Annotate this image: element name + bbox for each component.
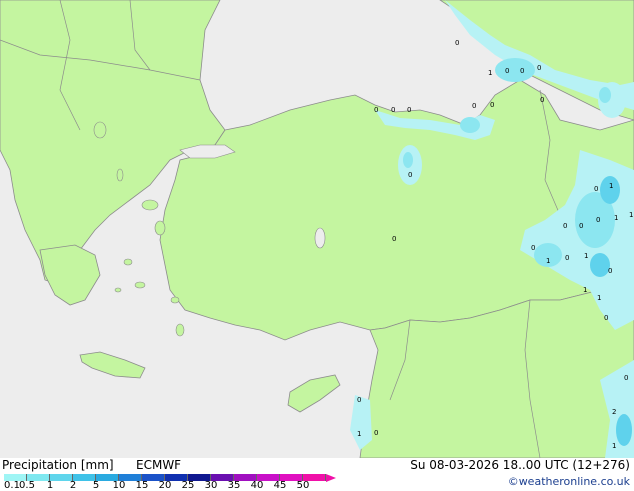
legend-tick-label: 5 [92, 480, 100, 491]
map-label: 0 [374, 106, 378, 114]
map-label: 0 [490, 101, 494, 109]
color-legend-ticks: 0.1 0.5 1 2 5 10 15 20 25 30 35 40 45 50 [0, 480, 340, 491]
map-label: 0 [608, 267, 612, 275]
legend-tick-label: 30 [204, 480, 218, 491]
map-label: 0 [357, 396, 361, 404]
precipitation-map: 0 0 0 1 0 0 0 0 0 0 0 0 0 1 0 0 1 0 0 1 … [0, 0, 634, 458]
map-label: 0 [408, 171, 412, 179]
map-label: 0 [392, 235, 396, 243]
legend-tick-label: 25 [181, 480, 195, 491]
map-label: 1 [546, 257, 550, 265]
map-label: 0 [407, 106, 411, 114]
valid-time: Su 08-03-2026 18..00 UTC (12+276) [410, 458, 630, 472]
credit-link[interactable]: ©weatheronline.co.uk [508, 475, 630, 488]
map-label: 0 [374, 429, 378, 437]
map-label: 0 [624, 374, 628, 382]
map-label: 0 [505, 67, 509, 75]
legend-tick-label: 40 [250, 480, 264, 491]
map-label: 0 [391, 106, 395, 114]
map-label: 1 [629, 211, 633, 219]
map-label: 0 [537, 64, 541, 72]
legend-tick-label: 50 [296, 480, 310, 491]
map-label: 0 [531, 244, 535, 252]
map-label: 0 [596, 216, 600, 224]
weather-map-panel: 0 0 0 1 0 0 0 0 0 0 0 0 0 1 0 0 1 0 0 1 … [0, 0, 634, 491]
legend-tick-label: 15 [135, 480, 149, 491]
map-label: 1 [614, 214, 618, 222]
map-footer: Precipitation [mm] ECMWF Su 08-03-2026 1… [0, 458, 634, 491]
legend-tick-label: 45 [273, 480, 287, 491]
map-label: 1 [583, 286, 587, 294]
legend-tick-label: 0.5 [19, 480, 35, 491]
map-label: 2 [612, 408, 616, 416]
map-label: 0 [472, 102, 476, 110]
legend-tick-label: 10 [112, 480, 126, 491]
map-label: 0 [455, 39, 459, 47]
map-label: 0 [594, 185, 598, 193]
map-label: 0 [579, 222, 583, 230]
map-label: 0 [540, 96, 544, 104]
map-label: 1 [584, 252, 588, 260]
map-label: 0 [604, 314, 608, 322]
map-label: 0 [563, 222, 567, 230]
map-label: 1 [597, 294, 601, 302]
map-label: 1 [357, 430, 361, 438]
legend-tick-label: 2 [69, 480, 77, 491]
chart-title: Precipitation [mm] [2, 458, 114, 472]
model-name: ECMWF [136, 458, 182, 472]
map-label: 0 [565, 254, 569, 262]
legend-tick-label: 20 [158, 480, 172, 491]
lake-tuz [314, 227, 326, 249]
legend-tick-label: 1 [46, 480, 54, 491]
map-label: 1 [488, 69, 492, 77]
map-label: 1 [609, 182, 613, 190]
legend-tick-label: 35 [227, 480, 241, 491]
map-label: 0 [520, 67, 524, 75]
map-label: 1 [612, 442, 616, 450]
legend-tick-label: 0.1 [4, 480, 20, 491]
